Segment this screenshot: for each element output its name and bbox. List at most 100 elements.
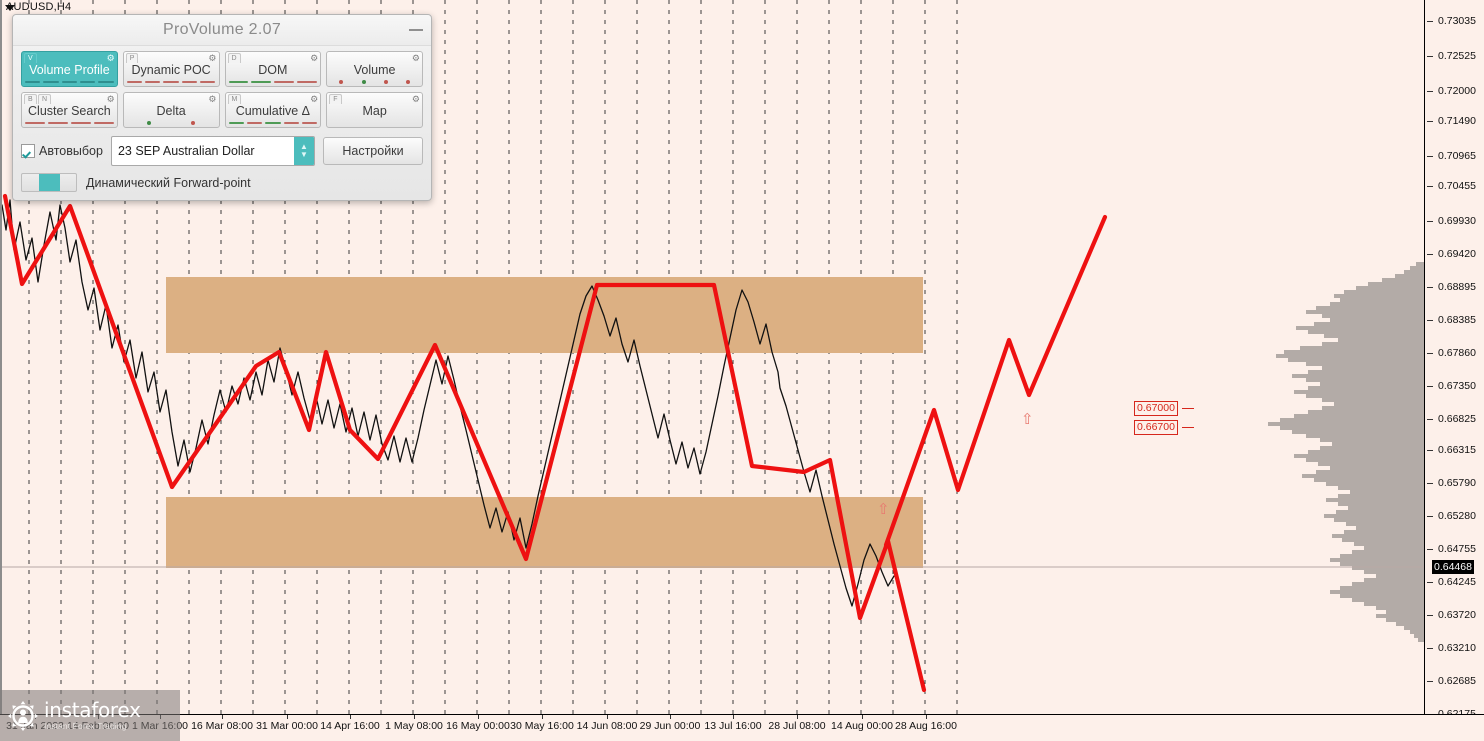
trading-chart-window: AUDUSD,H4 0.73035 0.72525 0.72000 0.71490 0.…: [0, 0, 1484, 741]
provolume-contract-row: Автовыбор 23 SEP Australian Dollar ▲ ▼ На…: [13, 128, 431, 166]
price-tick: [1427, 386, 1433, 387]
volume-profile-histogram: [1268, 262, 1424, 642]
price-tick: [1427, 648, 1433, 649]
status-dot: [361, 80, 366, 84]
price-tick-label: 0.70455: [1438, 180, 1476, 192]
status-tick: [163, 81, 179, 83]
status-tick: [70, 122, 91, 124]
gear-icon[interactable]: ⚙: [412, 53, 420, 63]
price-tick: [1427, 582, 1433, 583]
time-tick-label: 14 Feb 00:00: [67, 720, 129, 732]
gear-icon[interactable]: ⚙: [310, 94, 318, 104]
contract-spinner-icon[interactable]: ▲ ▼: [294, 137, 314, 165]
status-tick: [181, 81, 198, 83]
price-tick-label: 0.72000: [1438, 85, 1476, 97]
time-tick-label: 16 Mar 08:00: [191, 720, 253, 732]
provolume-button-label: Volume: [353, 63, 396, 77]
forward-point-toggle[interactable]: [21, 173, 77, 192]
status-tick-row: [25, 81, 114, 83]
provolume-title: ProVolume 2.07: [162, 21, 282, 38]
price-tick: [1427, 287, 1433, 288]
status-tick: [265, 122, 281, 124]
hotkey-badge: P: [125, 53, 139, 63]
contract-select[interactable]: 23 SEP Australian Dollar ▲ ▼: [110, 136, 315, 166]
time-scale[interactable]: 31 Jan 2023 14 Feb 00:00 1 Mar 16:00 16 Mar…: [0, 714, 1484, 741]
time-tick-label: 1 May 08:00: [385, 720, 443, 732]
status-dot-cell: [352, 80, 374, 84]
status-tick: [25, 122, 45, 124]
status-dot-row: [330, 80, 419, 84]
price-tick: [1427, 56, 1433, 57]
hotkey-badge: V: [24, 53, 37, 63]
time-tick-label: 14 Apr 16:00: [320, 720, 380, 732]
gear-icon[interactable]: ⚙: [107, 94, 115, 104]
resistance-zone: [166, 277, 923, 353]
time-tick: [607, 715, 608, 719]
time-tick-label: 14 Jun 08:00: [576, 720, 638, 732]
settings-button[interactable]: Настройки: [323, 137, 423, 165]
price-tick-label: 0.69930: [1438, 215, 1476, 227]
price-tick: [1427, 681, 1433, 682]
hotkey-badge: D: [227, 53, 241, 63]
provolume-button-label: Cluster Search: [28, 104, 111, 118]
status-tick: [228, 122, 244, 124]
status-tick: [200, 81, 216, 83]
price-tick-label: 0.63720: [1438, 609, 1476, 621]
gear-icon[interactable]: ⚙: [310, 53, 318, 63]
autoselect-checkbox[interactable]: [21, 144, 35, 158]
minimize-icon[interactable]: [409, 29, 423, 31]
price-tick: [1427, 450, 1433, 451]
provolume-button-cumulative[interactable]: M ⚙ Cumulative Δ: [224, 92, 322, 128]
support-zone: [166, 497, 923, 568]
gear-icon[interactable]: ⚙: [208, 53, 216, 63]
price-scale[interactable]: 0.73035 0.72525 0.72000 0.71490 0.70965 0.704…: [1424, 0, 1484, 720]
time-tick: [542, 715, 543, 719]
gear-icon[interactable]: ⚙: [412, 94, 420, 104]
series-forecast: [883, 214, 1108, 548]
status-tick-row: [228, 81, 318, 83]
hotkey-badge: M: [227, 94, 242, 104]
gear-icon[interactable]: ⚙: [107, 53, 115, 63]
price-tick-label: 0.68385: [1438, 314, 1476, 326]
autoselect-checkbox-wrapper[interactable]: Автовыбор: [21, 144, 103, 158]
current-price-label: 0.64468: [1432, 560, 1474, 574]
price-tick-label: 0.66825: [1438, 413, 1476, 425]
provolume-button-dom[interactable]: D ⚙ DOM: [224, 51, 322, 87]
status-tick: [274, 81, 295, 83]
status-tick: [80, 81, 96, 83]
provolume-titlebar[interactable]: ProVolume 2.07: [13, 15, 431, 46]
status-tick-row: [126, 81, 216, 83]
hotkey-badge: B: [24, 94, 37, 104]
price-tick-label: 0.64245: [1438, 576, 1476, 588]
time-tick: [670, 715, 671, 719]
status-tick: [61, 81, 78, 83]
time-tick-label: 13 Jul 16:00: [704, 720, 762, 732]
provolume-button-cluster-search[interactable]: B N ⚙ Cluster Search: [21, 92, 118, 128]
price-tick-label: 0.71490: [1438, 115, 1476, 127]
status-dot-cell: [330, 80, 352, 84]
status-tick: [47, 122, 68, 124]
price-tick: [1427, 419, 1433, 420]
status-tick: [93, 122, 114, 124]
provolume-button-map[interactable]: F ⚙ Map: [326, 92, 423, 128]
status-tick: [283, 122, 299, 124]
time-tick-label: 31 Mar 00:00: [256, 720, 318, 732]
time-tick-label: 14 Aug 00:00: [831, 720, 893, 732]
time-tick: [414, 715, 415, 719]
gear-icon[interactable]: ⚙: [208, 94, 216, 104]
provolume-button-dynamic-poc[interactable]: P ⚙ Dynamic POC: [122, 51, 220, 87]
price-tick: [1427, 549, 1433, 550]
price-tick: [1427, 516, 1433, 517]
price-tick: [1427, 615, 1433, 616]
time-tick: [222, 715, 223, 719]
provolume-button-volume[interactable]: ⚙ Volume: [326, 51, 423, 87]
status-tick: [301, 122, 318, 124]
price-tick: [1427, 254, 1433, 255]
provolume-button-volume-profile[interactable]: V ⚙ Volume Profile: [21, 51, 118, 87]
price-tick: [1427, 353, 1433, 354]
provolume-button-delta[interactable]: ⚙ Delta: [122, 92, 220, 128]
provolume-panel[interactable]: ProVolume 2.07 V ⚙ Volume Profile P ⚙ Dynamic…: [12, 14, 432, 201]
time-tick: [35, 715, 36, 719]
provolume-button-label: DOM: [258, 63, 288, 77]
price-tick-label: 0.67350: [1438, 380, 1476, 392]
